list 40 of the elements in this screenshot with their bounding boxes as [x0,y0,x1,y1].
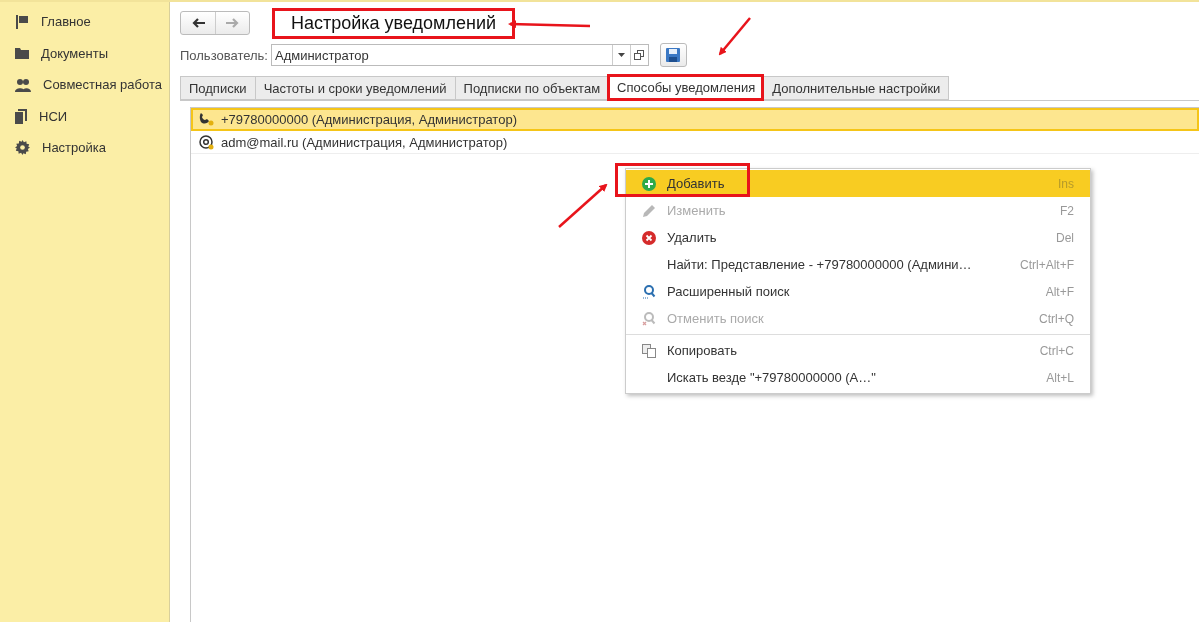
tab[interactable]: Подписки по объектам [454,76,609,100]
menu-item[interactable]: Расширенный поиск Alt+F [626,278,1090,305]
arrow-right-icon [226,18,239,28]
user-label: Пользователь: [180,47,268,63]
tab[interactable]: Способы уведомления [608,75,764,100]
user-field[interactable]: Администратор [271,44,649,66]
form-title: Настройка уведомлений [272,7,516,39]
sidebar-item[interactable]: НСИ [39,108,68,124]
sidebar-item[interactable]: Настройка [42,140,106,156]
save-button[interactable] [660,43,687,67]
sidebar-item[interactable]: Совместная работа [43,77,162,93]
menu-item[interactable]: Копировать Ctrl+C [626,337,1090,364]
flag-icon [15,14,29,29]
at-sign-icon [199,134,215,150]
folder-icon [15,47,29,60]
tab[interactable]: Дополнительные настройки [763,76,950,100]
people-icon [15,77,31,92]
menu-item[interactable]: Удалить Del [626,224,1090,251]
menu-item[interactable]: Найти: Представление - +79780000000 (Админи… Ctrl+Alt+F [626,251,1090,278]
delete-icon [642,230,656,245]
add-icon [642,176,656,191]
caret-icon [618,53,625,57]
search-icon [642,284,656,299]
settings-icon [15,140,30,156]
menu-item[interactable]: Искать везде "+79780000000 (А…" Alt+L [626,364,1090,391]
tab[interactable]: Подписки [180,76,255,100]
documents-icon [15,108,27,124]
phone-icon [199,112,215,126]
tab[interactable]: Частоты и сроки уведомлений [254,76,455,100]
sidebar-item[interactable]: Главное [41,14,91,30]
arrow-left-icon [191,18,205,28]
windows-icon [634,50,645,60]
annotation-arrow [718,17,751,56]
table-row[interactable]: +79780000000 (Администрация, Администратор) [191,108,1199,131]
copy-icon [642,343,656,358]
annotation-arrow [558,183,608,228]
search-cancel-icon [642,311,656,326]
sidebar-item[interactable]: Документы [41,45,108,61]
pencil-icon [642,203,656,218]
menu-item[interactable]: Добавить Ins [626,170,1090,197]
